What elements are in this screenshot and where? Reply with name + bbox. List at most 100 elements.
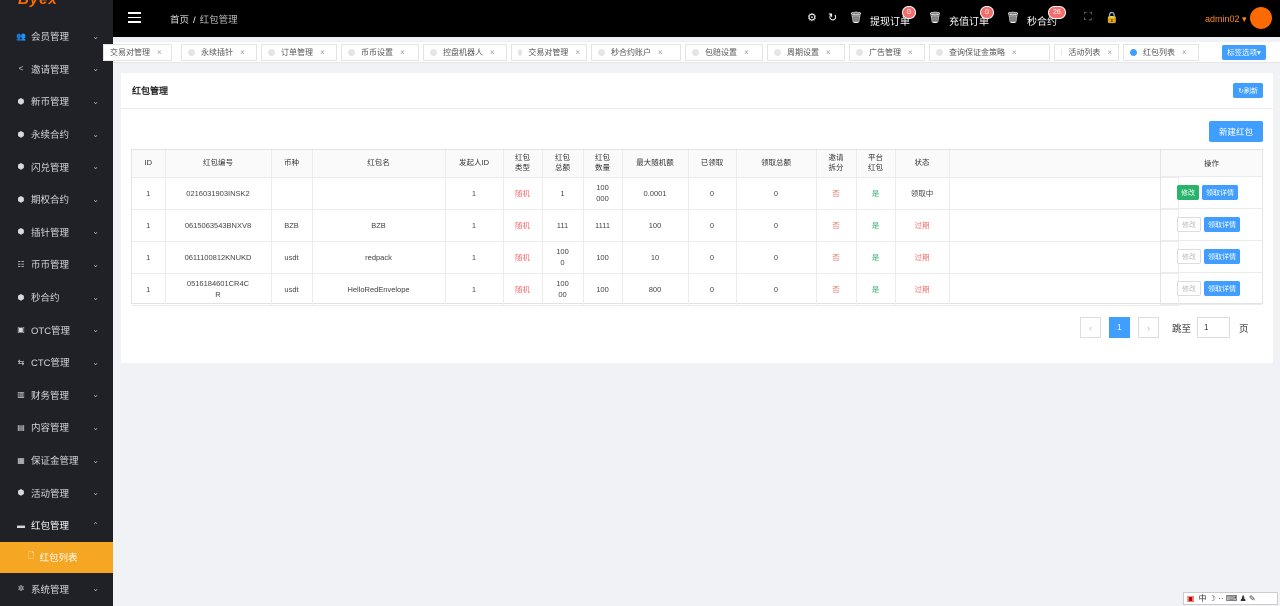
close-icon[interactable]: × xyxy=(490,48,495,57)
tab[interactable]: 活动列表 × xyxy=(1054,44,1119,61)
sidebar-item[interactable]: ▤ 内容管理 ⌄ xyxy=(0,411,113,444)
tab[interactable]: 秒合约账户 × xyxy=(591,44,681,61)
tab-dot-icon xyxy=(936,49,943,56)
menu-toggle-icon[interactable] xyxy=(128,12,141,23)
sidebar-subitem-red-envelope-list[interactable]: 🗋 红包列表 xyxy=(0,541,113,573)
trash-icon[interactable]: 🗑 xyxy=(928,11,942,24)
table-cell: 是 xyxy=(856,177,896,210)
sidebar-item[interactable]: ⬢ 永续合约 ⌄ xyxy=(0,118,113,151)
sidebar-item[interactable]: ⬢ 闪兑管理 ⌄ xyxy=(0,150,113,183)
prev-page-button[interactable]: ‹ xyxy=(1080,317,1101,338)
claim-details-button[interactable]: 领取详情 xyxy=(1204,217,1240,232)
table-cell: 1 xyxy=(132,241,166,274)
table-cell: 100 xyxy=(583,241,623,274)
settings-icon[interactable]: ⚙ xyxy=(807,11,817,24)
edit-button[interactable]: 修改 xyxy=(1177,249,1201,264)
sidebar: Byex 👥 会员管理 ⌄ < 邀请管理 ⌄ ⬢ 新币管理 ⌄ ⬢ 永续合约 ⌄ ⬢ 闪兑管理 ⌄ ⬢ 期权合约… xyxy=(0,0,113,606)
ime-toolbar[interactable]: ▣ 中 ☽ ·· ⌨ ♟ ✎ xyxy=(1183,592,1278,605)
refresh-button[interactable]: ↻刷新 xyxy=(1233,83,1263,98)
tab[interactable]: 周期设置 × xyxy=(767,44,845,61)
tab-label: 订单管理 xyxy=(281,48,313,57)
folder-icon: ▬ xyxy=(17,520,25,530)
table-cell: 过期 xyxy=(895,273,950,306)
tab-options-button[interactable]: 标签选项▾ xyxy=(1222,45,1266,60)
next-page-button[interactable]: › xyxy=(1138,317,1159,338)
table-header-cell: 红包 数量 xyxy=(583,150,623,178)
chevron-down-icon: ⌄ xyxy=(92,422,99,432)
tab[interactable]: 交易对管理 × xyxy=(103,44,172,61)
avatar[interactable] xyxy=(1250,7,1272,29)
sidebar-item[interactable]: ⬢ 秒合约 ⌄ xyxy=(0,281,113,314)
data-table: ID 红包编号 币种 红包名 发起人ID 红包 类型 红包 总额 红包 数量 最大随机额 已领取领… xyxy=(131,149,1263,306)
close-icon[interactable]: × xyxy=(908,48,913,57)
sidebar-item[interactable]: ▥ 财务管理 ⌄ xyxy=(0,379,113,412)
cube-icon: ⬢ xyxy=(17,162,25,172)
close-icon[interactable]: × xyxy=(240,48,245,57)
tab[interactable]: 交易对管理 × xyxy=(511,44,587,61)
sidebar-item[interactable]: ⬢ 插针管理 ⌄ xyxy=(0,216,113,249)
close-icon[interactable]: × xyxy=(1107,48,1112,57)
close-icon[interactable]: × xyxy=(744,48,749,57)
sidebar-item[interactable]: ☷ 币币管理 ⌄ xyxy=(0,248,113,281)
page-title: 红包管理 xyxy=(121,73,1273,109)
user-menu[interactable]: admin02 ▾ xyxy=(1205,14,1247,25)
edit-button[interactable]: 修改 xyxy=(1177,217,1201,232)
edit-button[interactable]: 修改 xyxy=(1177,185,1199,200)
edit-button[interactable]: 修改 xyxy=(1177,281,1201,296)
table-cell: 0 xyxy=(688,177,737,210)
tab[interactable]: 查询保证金策略 × xyxy=(929,44,1050,61)
sidebar-item-system[interactable]: ✲ 系统管理 ⌄ xyxy=(0,573,113,606)
sidebar-item-label: OTC管理 xyxy=(31,325,71,337)
claim-details-button[interactable]: 领取详情 xyxy=(1202,185,1238,200)
new-red-envelope-button[interactable]: 新建红包 xyxy=(1208,121,1263,142)
trash-icon[interactable]: 🗑 xyxy=(849,11,863,24)
claim-details-button[interactable]: 领取详情 xyxy=(1204,281,1240,296)
table-cell: 0611100812KNUKD xyxy=(165,241,272,274)
table-header-cell: 币种 xyxy=(271,150,313,178)
tab[interactable]: 红包列表 × xyxy=(1123,44,1199,61)
close-icon[interactable]: × xyxy=(575,48,580,57)
table-cell: 否 xyxy=(816,209,857,242)
bar-chart-icon: ▥ xyxy=(17,390,25,400)
tab-dot-icon xyxy=(692,49,699,56)
table-cell: 100 xyxy=(583,273,623,306)
sidebar-item[interactable]: ⬢ 活动管理 ⌄ xyxy=(0,476,113,509)
breadcrumb-home[interactable]: 首页 xyxy=(170,15,189,26)
close-icon[interactable]: × xyxy=(157,48,162,57)
trash-icon[interactable]: 🗑 xyxy=(1006,11,1020,24)
sidebar-item[interactable]: ⬢ 新币管理 ⌄ xyxy=(0,85,113,118)
close-icon[interactable]: × xyxy=(1182,48,1187,57)
close-icon[interactable]: × xyxy=(658,48,663,57)
tab[interactable]: 订单管理 × xyxy=(261,44,337,61)
tab[interactable]: 广告管理 × xyxy=(849,44,925,61)
page-number-current[interactable]: 1 xyxy=(1109,317,1130,338)
tab[interactable]: 控盘机器人 × xyxy=(423,44,507,61)
sidebar-item[interactable]: 👥 会员管理 ⌄ xyxy=(0,20,113,53)
tab[interactable]: 币币设置 × xyxy=(341,44,419,61)
fullscreen-icon[interactable]: ⛶ xyxy=(1084,11,1092,24)
sidebar-item[interactable]: ⬢ 期权合约 ⌄ xyxy=(0,183,113,216)
lock-icon[interactable]: 🔒 xyxy=(1105,11,1119,24)
table-row: 1 0216031903INSK2 1 随机 1 100 000 0.0001 0 0 否是领取中 xyxy=(132,177,1179,210)
sidebar-item[interactable]: ▬ 红包管理 ⌃ xyxy=(0,509,113,542)
sidebar-item[interactable]: ⇆ CTC管理 ⌄ xyxy=(0,346,113,379)
sidebar-item[interactable]: ▣ OTC管理 ⌄ xyxy=(0,313,113,346)
sidebar-item[interactable]: ▦ 保证金管理 ⌄ xyxy=(0,444,113,477)
chevron-down-icon: ⌄ xyxy=(92,455,99,465)
refresh-icon[interactable]: ↻ xyxy=(828,11,837,24)
tab[interactable]: 永续插针 × xyxy=(181,44,257,61)
close-icon[interactable]: × xyxy=(826,48,831,57)
table-cell: 否 xyxy=(816,241,857,274)
chevron-down-icon: ⌄ xyxy=(92,227,99,237)
chevron-down-icon: ⌄ xyxy=(92,64,99,74)
close-icon[interactable]: × xyxy=(400,48,405,57)
goto-page-input[interactable]: 1 xyxy=(1197,317,1231,338)
table-header-cell: 红包编号 xyxy=(165,150,272,178)
claim-details-button[interactable]: 领取详情 xyxy=(1204,249,1240,264)
sidebar-item[interactable]: < 邀请管理 ⌄ xyxy=(0,53,113,86)
close-icon[interactable]: × xyxy=(1012,48,1017,57)
table-row: 1 0516184601CR4C Rusdt HelloRedEnvelope 1 随机… xyxy=(132,273,1179,306)
tab[interactable]: 包赔设置 × xyxy=(685,44,763,61)
close-icon[interactable]: × xyxy=(320,48,325,57)
tab-label: 交易对管理 xyxy=(110,48,150,57)
